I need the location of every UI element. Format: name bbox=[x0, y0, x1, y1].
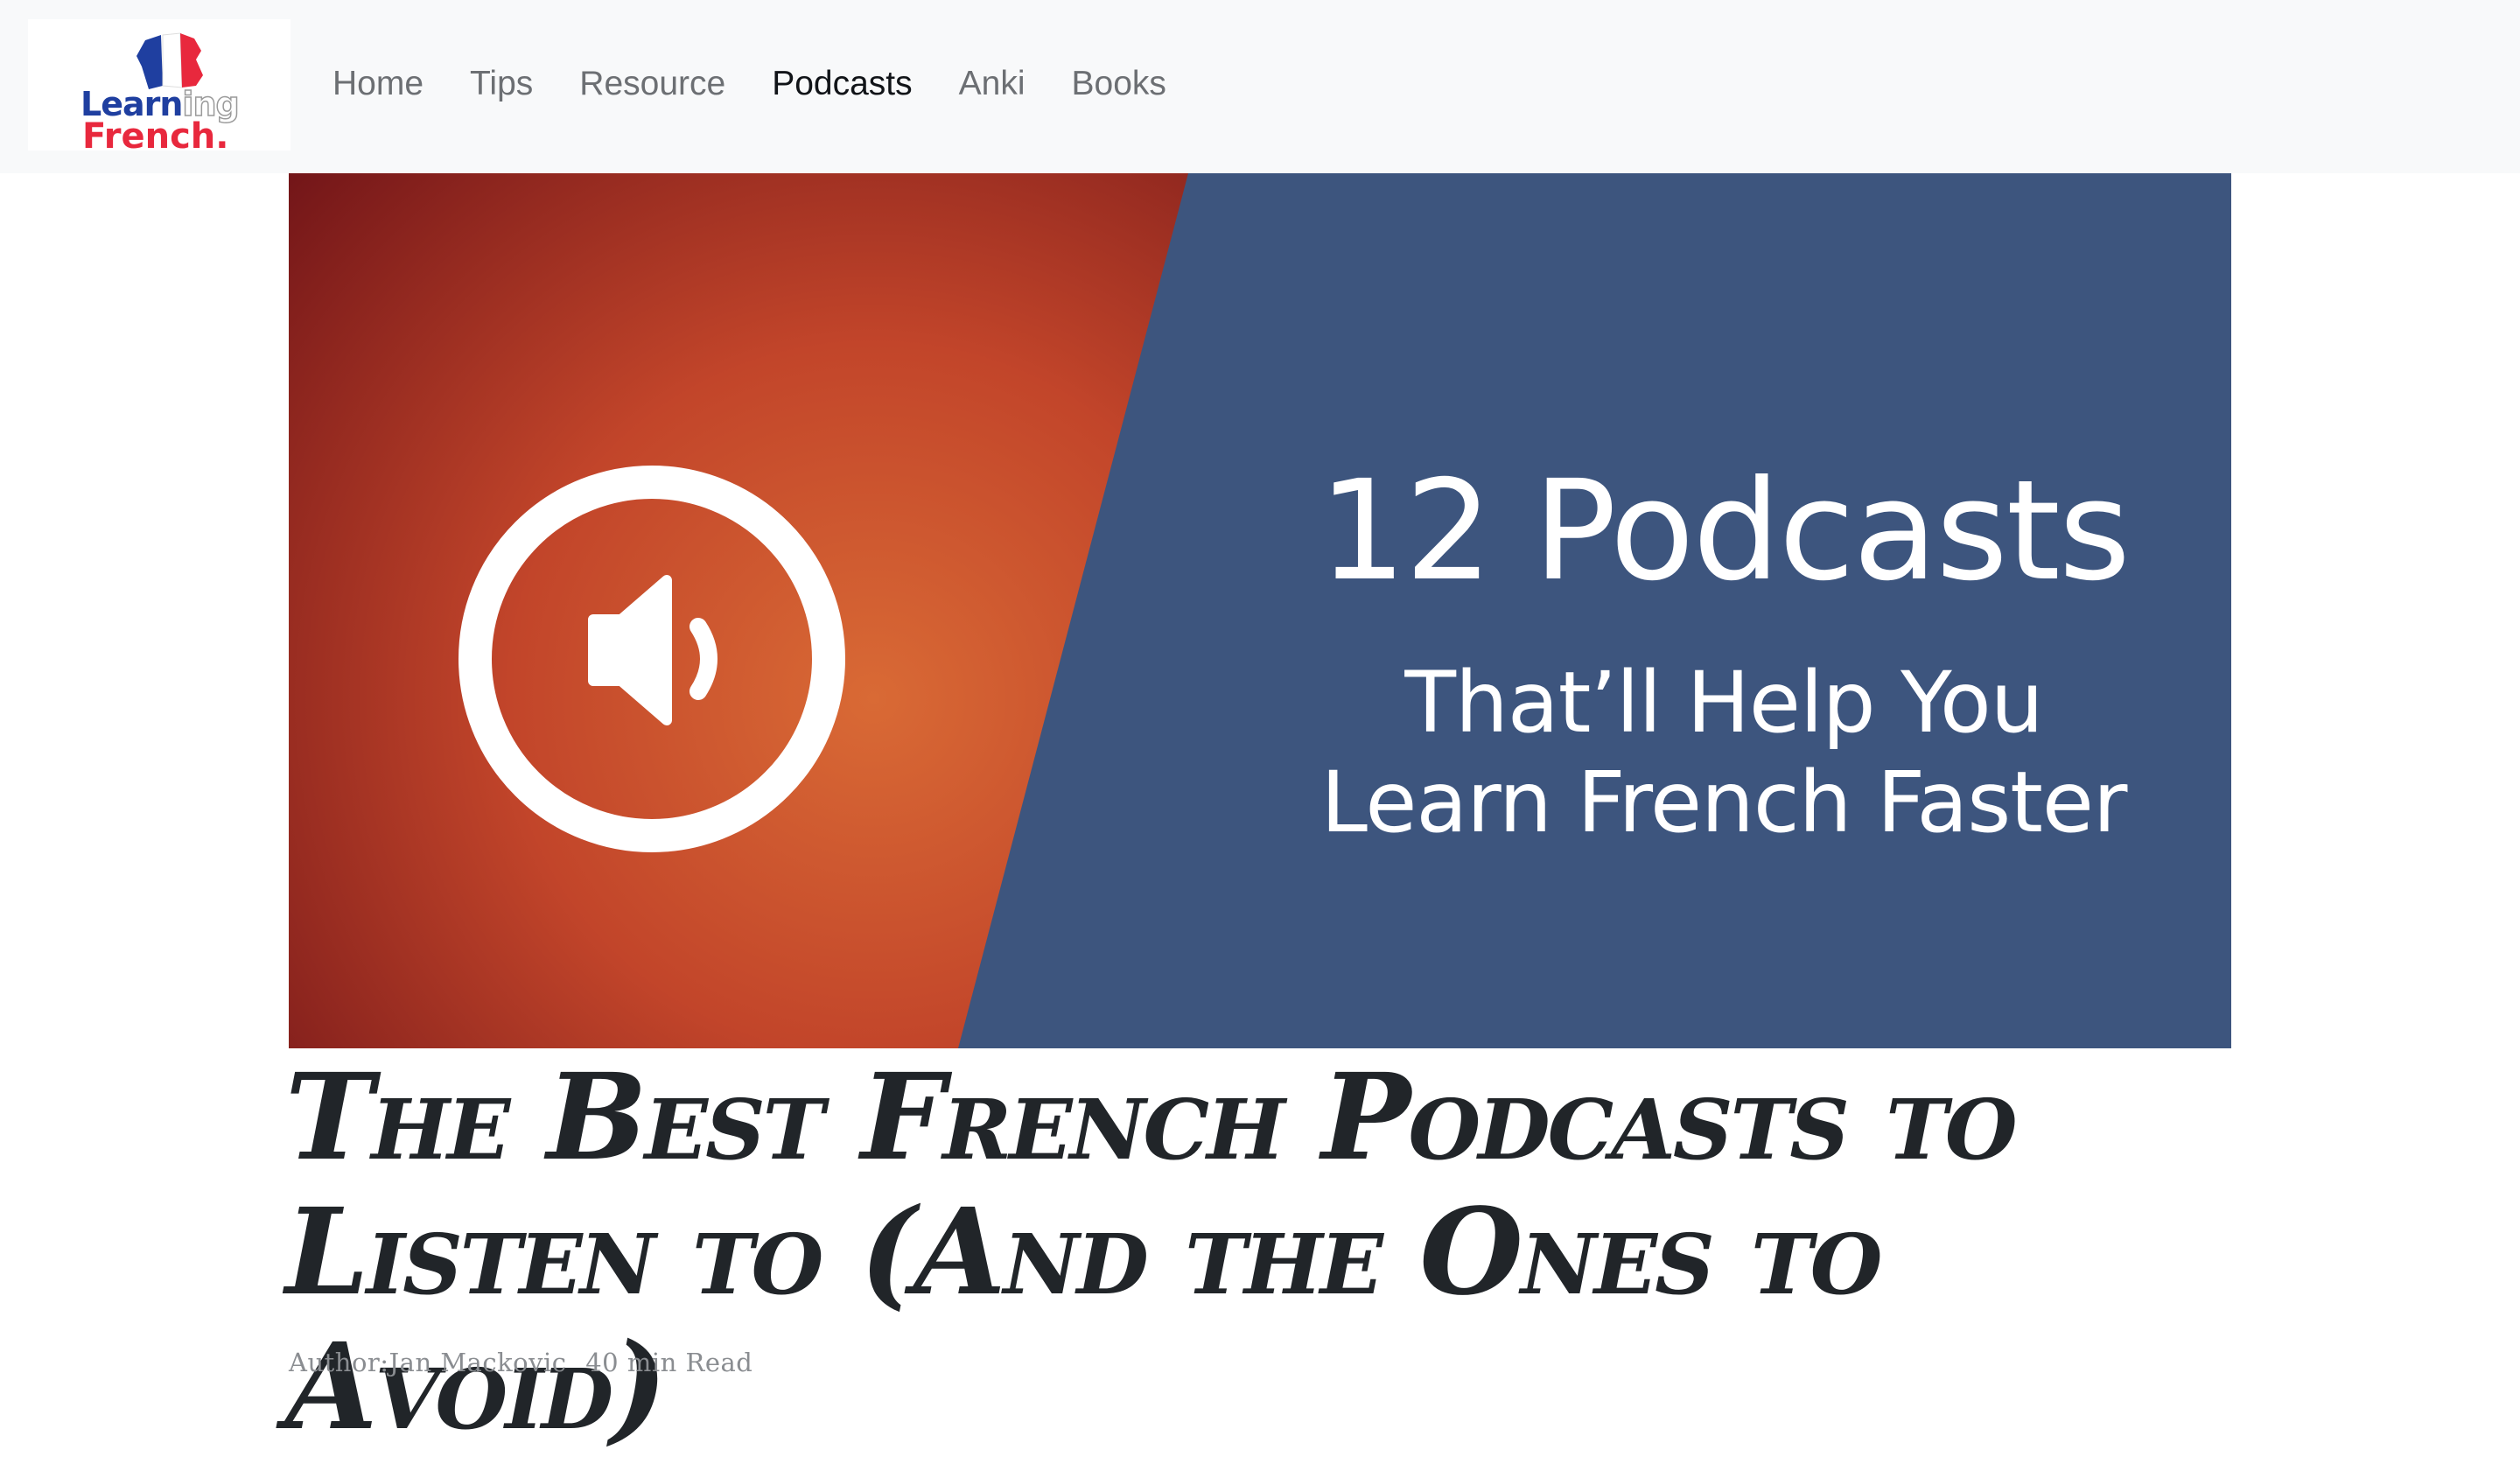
hero-subtitle: That’ll Help You Learn French Faster bbox=[1216, 653, 2231, 852]
nav-link-resource[interactable]: Resource bbox=[579, 63, 725, 105]
article-read-time: 40 min Read bbox=[585, 1348, 753, 1377]
nav-link-podcasts[interactable]: Podcasts bbox=[772, 63, 912, 105]
logo-wordmark-bottom: French. bbox=[82, 116, 229, 151]
article-meta: Author:Jan Mackovic 40 min Read bbox=[289, 1348, 752, 1377]
nav-link-tips[interactable]: Tips bbox=[470, 63, 533, 105]
france-map-icon bbox=[136, 32, 203, 89]
nav-link-books[interactable]: Books bbox=[1072, 63, 1166, 105]
hero-subtitle-line-1: That’ll Help You bbox=[1404, 654, 2043, 752]
hero-subtitle-line-2: Learn French Faster bbox=[1320, 753, 2128, 851]
site-logo[interactable]: Learning French. bbox=[28, 19, 290, 151]
main-nav: Home Tips Resource Podcasts Anki Books bbox=[332, 63, 1213, 105]
nav-link-anki[interactable]: Anki bbox=[959, 63, 1026, 105]
article-title: The Best French Podcasts to Listen to (A… bbox=[285, 1047, 2018, 1457]
hero-banner-image: 12 Podcasts That’ll Help You Learn Frenc… bbox=[289, 173, 2231, 1048]
article-author: Author:Jan Mackovic bbox=[289, 1348, 567, 1377]
hero-title: 12 Podcasts bbox=[1318, 451, 2131, 612]
nav-link-home[interactable]: Home bbox=[332, 63, 424, 105]
hero-text: 12 Podcasts That’ll Help You Learn Frenc… bbox=[1216, 173, 2231, 1048]
top-navbar: Learning French. Home Tips Resource Podc… bbox=[0, 0, 2520, 173]
